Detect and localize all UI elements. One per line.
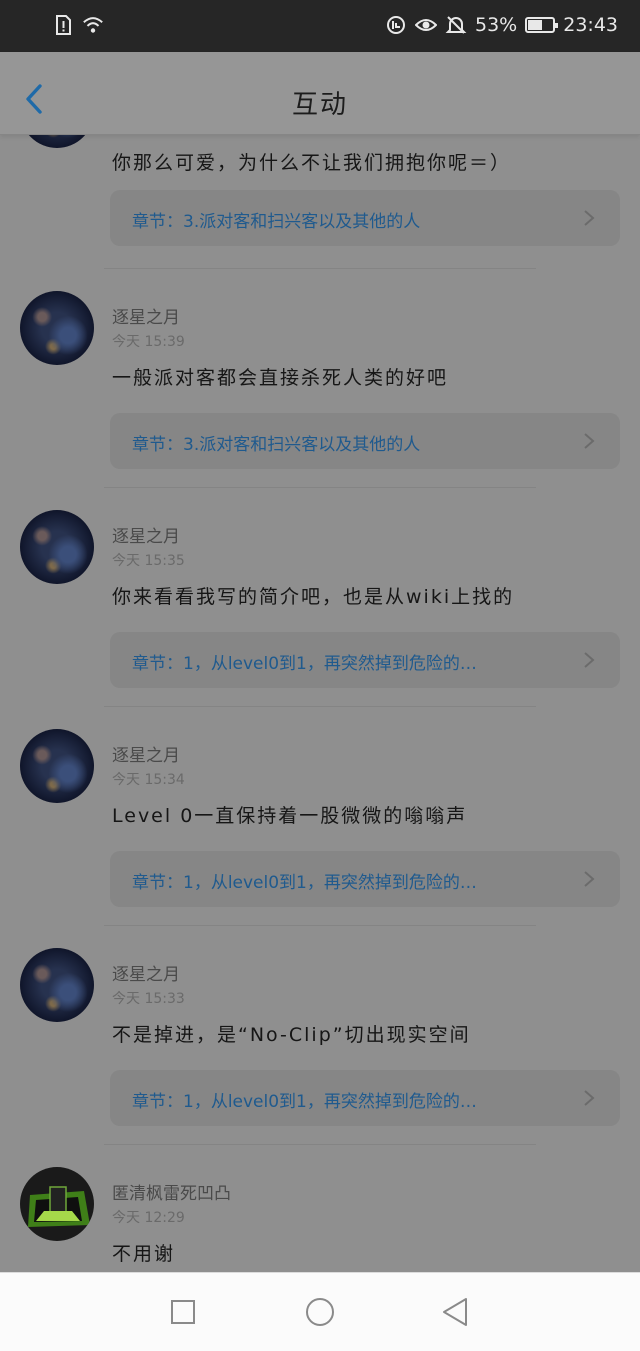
comment-text: 你来看看我写的简介吧，也是从wiki上找的	[112, 586, 515, 608]
chevron-right-icon	[584, 210, 595, 226]
chapter-label: 章节：1，从level0到1，再突然掉到危险的…	[132, 873, 477, 893]
chapter-link[interactable]: 章节：1，从level0到1，再突然掉到危险的…	[110, 1070, 620, 1126]
bell-off-icon	[445, 16, 467, 34]
comment-text: Level 0一直保持着一股微微的嗡嗡声	[112, 805, 468, 827]
battery-icon	[525, 17, 559, 33]
status-left-icons	[52, 14, 104, 36]
wifi-icon	[83, 17, 103, 33]
chevron-right-icon	[584, 871, 595, 887]
avatar[interactable]	[20, 729, 94, 803]
avatar[interactable]	[20, 1167, 94, 1241]
timestamp: 今天 15:35	[112, 553, 185, 569]
avatar[interactable]	[20, 948, 94, 1022]
timestamp: 今天 12:29	[112, 1210, 185, 1226]
chapter-link[interactable]: 章节：1，从level0到1，再突然掉到危险的…	[110, 632, 620, 688]
chapter-link[interactable]: 章节：3.派对客和扫兴客以及其他的人	[110, 413, 620, 469]
avatar[interactable]	[20, 134, 94, 148]
recents-square-icon[interactable]	[170, 1299, 196, 1325]
list-item: 你那么可爱，为什么不让我们拥抱你呢＝） 章节：3.派对客和扫兴客以及其他的人	[0, 134, 640, 269]
comment-text: 一般派对客都会直接杀死人类的好吧	[112, 367, 449, 389]
chapter-label: 章节：3.派对客和扫兴客以及其他的人	[132, 435, 421, 455]
eye-icon	[415, 19, 437, 31]
app-header: 互动	[0, 52, 640, 135]
chevron-right-icon	[584, 1090, 595, 1106]
chapter-link[interactable]: 章节：1，从level0到1，再突然掉到危险的…	[110, 851, 620, 907]
chevron-right-icon	[584, 652, 595, 668]
user-name[interactable]: 逐星之月	[112, 741, 180, 766]
user-name[interactable]: 逐星之月	[112, 303, 180, 328]
system-nav-bar	[0, 1272, 640, 1351]
clock: 23:43	[563, 14, 618, 36]
user-name[interactable]: 逐星之月	[112, 960, 180, 985]
chapter-label: 章节：3.派对客和扫兴客以及其他的人	[132, 212, 421, 232]
user-name[interactable]: 逐星之月	[112, 522, 180, 547]
list-item: 逐星之月 今天 15:39 一般派对客都会直接杀死人类的好吧 章节：3.派对客和…	[0, 269, 640, 488]
user-name[interactable]: 匿清枫雷死凹凸	[112, 1179, 231, 1204]
comment-text: 不是掉进，是“No-Clip”切出现实空间	[112, 1024, 471, 1046]
battery-percent: 53%	[475, 14, 518, 36]
timestamp: 今天 15:33	[112, 991, 185, 1007]
chapter-link[interactable]: 章节：3.派对客和扫兴客以及其他的人	[110, 190, 620, 246]
home-circle-icon[interactable]	[305, 1297, 335, 1327]
chapter-label: 章节：1，从level0到1，再突然掉到危险的…	[132, 1092, 477, 1112]
status-bar: 53% 23:43	[0, 0, 640, 52]
interaction-feed[interactable]: 你那么可爱，为什么不让我们拥抱你呢＝） 章节：3.派对客和扫兴客以及其他的人 逐…	[0, 134, 640, 1273]
back-triangle-icon[interactable]	[441, 1297, 469, 1327]
timestamp: 今天 15:34	[112, 772, 185, 788]
page-title: 互动	[291, 90, 348, 120]
chapter-label: 章节：1，从level0到1，再突然掉到危险的…	[132, 654, 477, 674]
comment-text: 你那么可爱，为什么不让我们拥抱你呢＝）	[112, 152, 512, 174]
avatar-graphic	[28, 1186, 90, 1227]
sim-alert-icon	[56, 15, 71, 35]
chevron-right-icon	[584, 433, 595, 449]
comment-text: 不用谢	[112, 1243, 176, 1265]
avatar[interactable]	[20, 510, 94, 584]
avatar[interactable]	[20, 291, 94, 365]
data-saver-icon	[387, 16, 405, 34]
list-item: 逐星之月 今天 15:34 Level 0一直保持着一股微微的嗡嗡声 章节：1，…	[0, 707, 640, 926]
status-right-icons: 53% 23:43	[385, 14, 618, 36]
list-item: 逐星之月 今天 15:33 不是掉进，是“No-Clip”切出现实空间 章节：1…	[0, 926, 640, 1145]
list-item: 逐星之月 今天 15:35 你来看看我写的简介吧，也是从wiki上找的 章节：1…	[0, 488, 640, 707]
timestamp: 今天 15:39	[112, 334, 185, 350]
list-item: 匿清枫雷死凹凸 今天 12:29 不用谢	[0, 1145, 640, 1273]
